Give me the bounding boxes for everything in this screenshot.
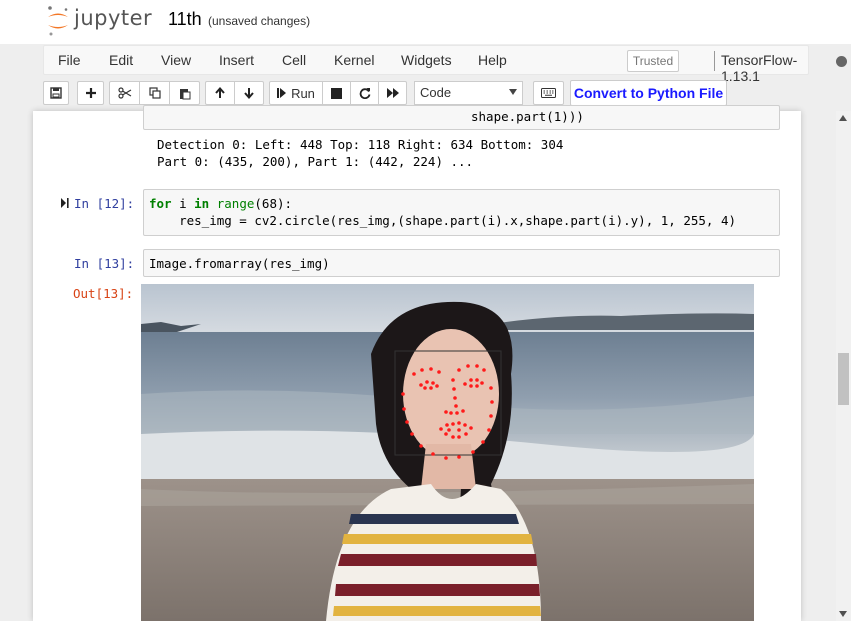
keyword: for (149, 196, 172, 211)
toolbar-group-edit (109, 81, 200, 105)
vertical-scrollbar[interactable] (836, 111, 851, 621)
trusted-indicator[interactable]: Trusted (627, 50, 679, 72)
code-token: i (171, 196, 195, 211)
cell-prompt-out: Out[13]: (73, 286, 134, 301)
scroll-down-arrow-icon[interactable] (839, 611, 847, 617)
save-status: (unsaved changes) (208, 14, 311, 28)
fast-forward-icon (386, 88, 399, 98)
toolbar-group-run: Run (269, 81, 407, 105)
keyboard-icon (541, 88, 556, 98)
scroll-up-arrow-icon[interactable] (839, 115, 847, 121)
output-text-line: Detection 0: Left: 448 Top: 118 Right: 6… (157, 137, 564, 152)
restart-button[interactable] (350, 81, 379, 105)
code-cell-input-prev[interactable]: shape.part(1))) (143, 105, 780, 130)
run-button[interactable]: Run (269, 81, 323, 105)
menu-kernel[interactable]: Kernel (334, 52, 374, 68)
notebook-area: shape.part(1))) Detection 0: Left: 448 T… (0, 105, 836, 621)
notebook-container: shape.part(1))) Detection 0: Left: 448 T… (33, 105, 801, 621)
code-line: Image.fromarray(res_img) (149, 256, 330, 271)
move-up-button[interactable] (205, 81, 235, 105)
header: jupyter 11th (unsaved changes) (0, 0, 851, 44)
paste-button[interactable] (169, 81, 200, 105)
insert-cell-button[interactable] (77, 81, 104, 105)
kernel-name[interactable]: TensorFlow-1.13.1 (721, 52, 808, 84)
command-palette-button[interactable] (533, 81, 564, 105)
step-forward-icon (277, 88, 287, 98)
move-down-button[interactable] (234, 81, 264, 105)
jupyter-logo-icon[interactable] (46, 5, 70, 37)
run-button-label: Run (291, 85, 315, 101)
menu-widgets[interactable]: Widgets (401, 52, 452, 68)
toolbar-group-save (43, 81, 69, 105)
kernel-busy-indicator (836, 56, 847, 67)
save-icon (50, 87, 62, 99)
restart-run-all-button[interactable] (378, 81, 407, 105)
arrow-up-icon (215, 87, 225, 98)
cut-icon (117, 87, 131, 99)
copy-icon (148, 87, 161, 99)
kernel-separator (714, 51, 715, 71)
step-forward-icon[interactable] (61, 197, 69, 209)
toolbar-group-keyboard (533, 81, 564, 105)
scrollbar-thumb[interactable] (838, 353, 849, 405)
cell-prompt-in: In [12]: (74, 196, 135, 211)
plus-icon (85, 88, 96, 98)
copy-button[interactable] (139, 81, 170, 105)
menu-edit[interactable]: Edit (109, 52, 133, 68)
arrow-down-icon (244, 88, 254, 99)
jupyter-logo-text[interactable]: jupyter (74, 6, 152, 30)
toolbar-group-insert (77, 81, 104, 105)
menu-cell[interactable]: Cell (282, 52, 306, 68)
cell-prompt-in: In [13]: (74, 256, 135, 271)
stop-icon (331, 87, 342, 99)
paste-icon (179, 88, 190, 99)
keyword: in (194, 196, 210, 211)
code-cell-input[interactable]: for i in range(68): res_img = cv2.circle… (143, 189, 780, 236)
code-cell-input[interactable]: Image.fromarray(res_img) (143, 249, 780, 277)
menu-help[interactable]: Help (478, 52, 507, 68)
cut-button[interactable] (109, 81, 140, 105)
code-line: shape.part(1))) (471, 109, 584, 124)
code-token: (68): (254, 196, 293, 211)
save-button[interactable] (43, 81, 69, 105)
menu-insert[interactable]: Insert (219, 52, 254, 68)
menu-file[interactable]: File (58, 52, 81, 68)
interrupt-button[interactable] (322, 81, 351, 105)
output-text-line: Part 0: (435, 200), Part 1: (442, 224) .… (157, 154, 474, 169)
cell-type-select[interactable]: Code (414, 81, 523, 105)
menubar: File Edit View Insert Cell Kernel Widget… (43, 45, 847, 84)
notebook-name[interactable]: 11th (168, 9, 202, 30)
output-image (141, 284, 754, 621)
toolbar-group-move (205, 81, 264, 105)
code-line: for i in range(68): (149, 196, 292, 211)
convert-to-python-button[interactable]: Convert to Python File (570, 80, 727, 106)
menu-view[interactable]: View (161, 52, 191, 68)
cell-type-value: Code (420, 85, 452, 100)
code-line: res_img = cv2.circle(res_img,(shape.part… (149, 213, 736, 228)
chevron-down-icon (509, 89, 517, 95)
builtin: range (216, 196, 255, 211)
restart-icon (359, 88, 370, 99)
